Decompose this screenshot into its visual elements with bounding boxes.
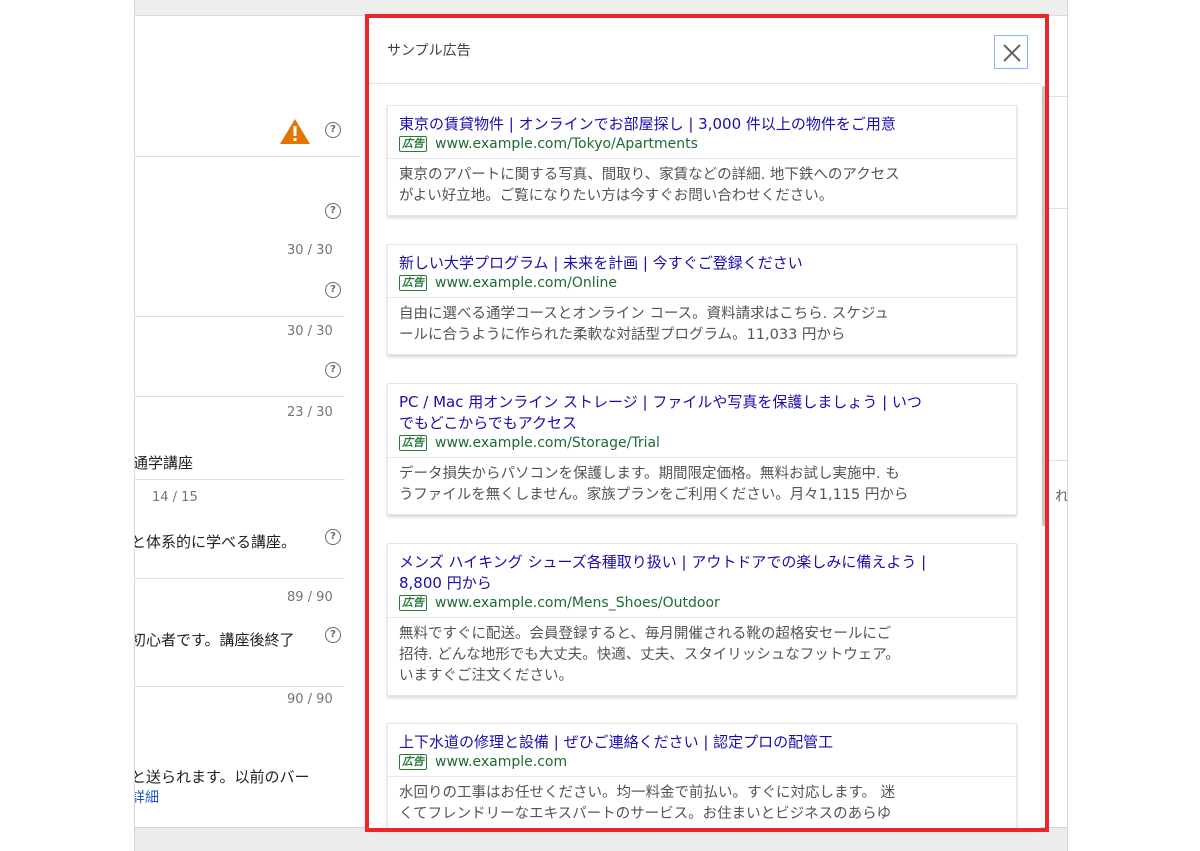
help-icon[interactable]: ?: [325, 282, 341, 298]
ad-description: 無料ですぐに配送。会員登録すると、毎月開催される靴の超格安セールにご 招待. ど…: [388, 617, 1016, 695]
ad-url: www.example.com/Online: [435, 275, 617, 291]
char-counter: 30 / 30: [287, 324, 333, 339]
help-icon[interactable]: ?: [325, 362, 341, 378]
char-counter: 23 / 30: [287, 405, 333, 420]
ad-badge: 広告: [399, 275, 427, 291]
ad-title[interactable]: 新しい大学プログラム | 未来を計画 | 今すぐご登録ください: [399, 253, 1004, 274]
notice-text: と送られます。以前のバー: [134, 768, 310, 786]
ad-card: 上下水道の修理と設備 | ぜひご連絡ください | 認定プロの配管工 広告 www…: [387, 723, 1017, 830]
ad-title[interactable]: 東京の賃貸物件 | オンラインでお部屋探し | 3,000 件以上の物件をご用意: [399, 114, 1004, 135]
close-icon: [1003, 44, 1021, 62]
description-text: 初心者です。講座後終了: [134, 631, 295, 649]
ad-badge: 広告: [399, 595, 427, 611]
top-bar: [135, 0, 1067, 16]
ad-header: PC / Mac 用オンライン ストレージ | ファイルや写真を保護しましょう …: [388, 384, 1016, 457]
ad-description: 水回りの工事はお任せください。均一料金で前払い。すぐに対応します。 迷 くてフレ…: [388, 776, 1016, 830]
description-text: と体系的に学べる講座。: [134, 533, 297, 551]
close-button[interactable]: [994, 35, 1028, 69]
char-counter: 30 / 30: [287, 243, 333, 258]
ad-title[interactable]: 上下水道の修理と設備 | ぜひご連絡ください | 認定プロの配管工: [399, 732, 1004, 753]
details-link[interactable]: 詳細: [135, 787, 159, 807]
ad-url: www.example.com/Mens_Shoes/Outdoor: [435, 595, 720, 611]
edge-text: れ: [1055, 489, 1068, 505]
ad-url-row: 広告 www.example.com/Storage/Trial: [399, 435, 1004, 451]
course-name-text: 通学講座: [134, 454, 194, 472]
divider: [135, 578, 345, 579]
help-icon[interactable]: ?: [325, 203, 341, 219]
ad-url-row: 広告 www.example.com: [399, 754, 1004, 770]
scrollbar-thumb[interactable]: [1042, 86, 1046, 526]
ad-url: www.example.com/Tokyo/Apartments: [435, 136, 698, 152]
bottom-bar: [135, 827, 1067, 851]
ad-header: 東京の賃貸物件 | オンラインでお部屋探し | 3,000 件以上の物件をご用意…: [388, 106, 1016, 158]
help-icon[interactable]: ?: [325, 529, 341, 545]
ad-url: www.example.com: [435, 754, 568, 770]
ad-url-row: 広告 www.example.com/Mens_Shoes/Outdoor: [399, 595, 1004, 611]
char-counter: 89 / 90: [287, 590, 333, 605]
ad-card: PC / Mac 用オンライン ストレージ | ファイルや写真を保護しましょう …: [387, 383, 1017, 515]
char-counter: 14 / 15: [152, 490, 198, 505]
divider: [135, 479, 345, 480]
help-icon[interactable]: ?: [325, 122, 341, 138]
divider: [135, 156, 360, 157]
ads-list[interactable]: 東京の賃貸物件 | オンラインでお部屋探し | 3,000 件以上の物件をご用意…: [367, 85, 1041, 830]
ad-card: 新しい大学プログラム | 未来を計画 | 今すぐご登録ください 広告 www.e…: [387, 244, 1017, 355]
ad-title[interactable]: PC / Mac 用オンライン ストレージ | ファイルや写真を保護しましょう …: [399, 392, 1004, 434]
ad-header: 上下水道の修理と設備 | ぜひご連絡ください | 認定プロの配管工 広告 www…: [388, 724, 1016, 776]
ad-title[interactable]: メンズ ハイキング シューズ各種取り扱い | アウトドアでの楽しみに備えよう |…: [399, 552, 1004, 594]
char-counter: 90 / 90: [287, 692, 333, 707]
ad-card: メンズ ハイキング シューズ各種取り扱い | アウトドアでの楽しみに備えよう |…: [387, 543, 1017, 696]
ad-url: www.example.com/Storage/Trial: [435, 435, 660, 451]
divider: [135, 686, 345, 687]
ad-badge: 広告: [399, 754, 427, 770]
divider: [135, 396, 345, 397]
app-window: ? ? 30 / 30 ? 30 / 30 ? 23 / 30 通学講座 14 …: [134, 0, 1068, 851]
ad-description: 自由に選べる通学コースとオンライン コース。資料請求はこちら. スケジュ ールに…: [388, 297, 1016, 354]
sample-ads-panel: サンプル広告 東京の賃貸物件 | オンラインでお部屋探し | 3,000 件以上…: [367, 16, 1041, 830]
ad-description: 東京のアパートに関する写真、間取り、家賃などの詳細. 地下鉄へのアクセス がよい…: [388, 158, 1016, 215]
ad-header: メンズ ハイキング シューズ各種取り扱い | アウトドアでの楽しみに備えよう |…: [388, 544, 1016, 617]
ad-badge: 広告: [399, 435, 427, 451]
divider: [135, 316, 345, 317]
ad-badge: 広告: [399, 136, 427, 152]
panel-header: サンプル広告: [367, 16, 1041, 84]
help-icon[interactable]: ?: [325, 627, 341, 643]
warning-icon: [280, 119, 310, 144]
ad-card: 東京の賃貸物件 | オンラインでお部屋探し | 3,000 件以上の物件をご用意…: [387, 105, 1017, 216]
ad-header: 新しい大学プログラム | 未来を計画 | 今すぐご登録ください 広告 www.e…: [388, 245, 1016, 297]
panel-title: サンプル広告: [387, 43, 471, 59]
ad-description: データ損失からパソコンを保護します。期間限定価格。無料お試し実施中. も うファ…: [388, 457, 1016, 514]
ad-url-row: 広告 www.example.com/Tokyo/Apartments: [399, 136, 1004, 152]
ad-url-row: 広告 www.example.com/Online: [399, 275, 1004, 291]
